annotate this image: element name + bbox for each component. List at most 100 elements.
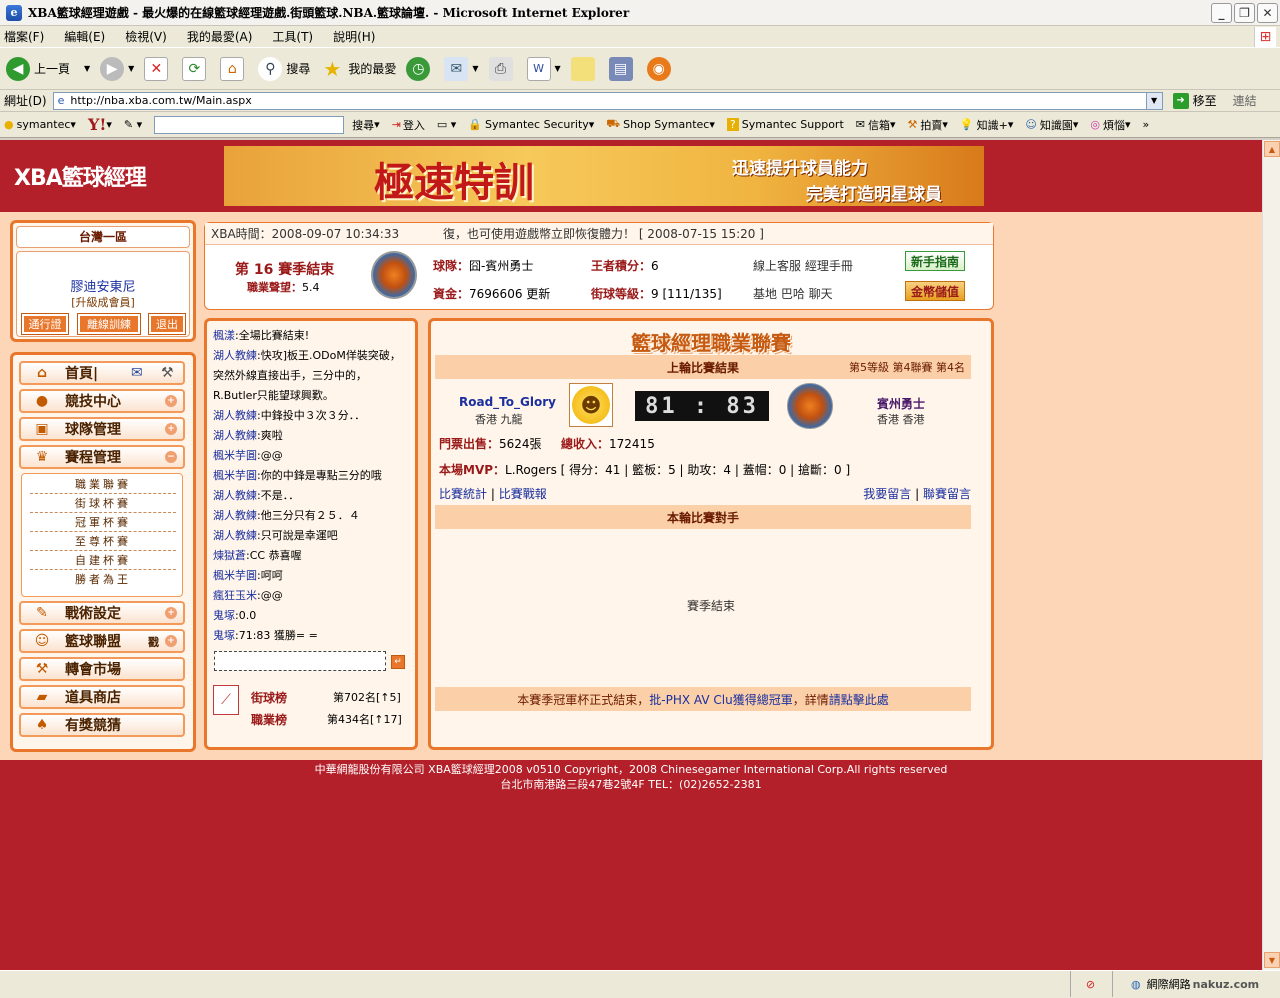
go-button[interactable]: 移至: [1193, 92, 1217, 109]
symantec-menu[interactable]: ● symantec ▾: [4, 118, 76, 131]
back-button[interactable]: ◀ 上一頁 ▼: [6, 56, 90, 81]
mailbox-link[interactable]: ✉ 信箱 ▾: [856, 117, 896, 133]
links-label[interactable]: 連結: [1233, 92, 1257, 109]
nav-home[interactable]: ⌂ 首頁| ✉ ⚒: [19, 361, 185, 385]
upgrade-link[interactable]: [升級成會員]: [17, 294, 189, 310]
nav-arena[interactable]: ● 競技中心 +: [19, 389, 185, 413]
chat-input[interactable]: [214, 651, 386, 671]
close-button[interactable]: ✕: [1257, 3, 1278, 23]
notice-text[interactable]: 復，也可使用遊戲幣立即恢復體力！ [ 2008-07-15 15:20 ]: [443, 223, 764, 245]
send-icon[interactable]: ↵: [391, 655, 405, 669]
leave-message-link[interactable]: 我要留言: [863, 487, 911, 501]
home-team-name[interactable]: Road_To_Glory: [459, 395, 556, 409]
login-button[interactable]: ⇥ 登入: [392, 117, 425, 133]
submenu-winner-king[interactable]: 勝者為王: [30, 570, 176, 589]
search-button[interactable]: ⚲ 搜尋: [258, 56, 310, 81]
chat-author[interactable]: 湖人教練: [213, 509, 257, 522]
chat-author[interactable]: 湖人教練: [213, 349, 257, 362]
chat-author[interactable]: 鬼塚: [213, 609, 235, 622]
more-toolbar-icon[interactable]: »: [1143, 118, 1150, 131]
mail-button[interactable]: ✉ ▼: [444, 56, 479, 81]
logout-button[interactable]: 退出: [148, 313, 186, 335]
go-arrow-icon[interactable]: ➜: [1172, 92, 1189, 109]
site-logo[interactable]: XBA籃球經理: [14, 160, 147, 192]
back-dropdown-icon[interactable]: ▼: [84, 64, 90, 73]
refresh-link[interactable]: 更新: [526, 287, 550, 301]
vertical-scrollbar[interactable]: ▲ ▼: [1262, 140, 1280, 970]
chat-author[interactable]: 瘋狂玉米: [213, 589, 257, 602]
window-menu[interactable]: ▭ ▾: [437, 118, 456, 131]
history-button[interactable]: ◷: [406, 56, 434, 81]
symantec-security[interactable]: 🔒 Symantec Security ▾: [468, 118, 594, 131]
nav-lottery[interactable]: ♠ 有獎競猜: [19, 713, 185, 737]
away-team-name[interactable]: 賓州勇士: [877, 395, 925, 412]
champion-link[interactable]: 批-PHX AV Clu獲得總冠軍: [649, 691, 792, 708]
nav-tactics[interactable]: ✎ 戰術設定 +: [19, 601, 185, 625]
address-dropdown-icon[interactable]: ▼: [1145, 92, 1162, 109]
match-stats-link[interactable]: 比賽統計: [439, 487, 487, 501]
submenu-champion-cup[interactable]: 冠軍杯賽: [30, 513, 176, 532]
chat-author[interactable]: 楓米芋圓: [213, 569, 257, 582]
home-button[interactable]: ⌂: [220, 56, 248, 81]
home-team-logo[interactable]: ☻: [569, 383, 613, 427]
chat-author[interactable]: 鬼塚: [213, 629, 235, 642]
forward-button[interactable]: ▶ ▼: [100, 56, 134, 81]
chat-author[interactable]: 湖人教練: [213, 489, 257, 502]
chat-author[interactable]: 楓漾: [213, 329, 235, 342]
nav-schedule[interactable]: ♛ 賽程管理 −: [19, 445, 185, 469]
edit-button[interactable]: W ▼: [526, 56, 561, 81]
league-message-link[interactable]: 聯賽留言: [923, 487, 971, 501]
team-logo[interactable]: [371, 251, 417, 299]
note-button[interactable]: [570, 56, 599, 81]
match-report-link[interactable]: 比賽戰報: [499, 487, 547, 501]
passport-button[interactable]: 通行證: [21, 313, 69, 335]
maximize-button[interactable]: ❐: [1234, 3, 1255, 23]
blocked-icon[interactable]: ⊘: [1070, 971, 1110, 997]
symantec-support[interactable]: ? Symantec Support: [726, 118, 844, 131]
tools-icon[interactable]: ⚒: [161, 365, 174, 381]
chat-author[interactable]: 湖人教練: [213, 429, 257, 442]
yahoo-search-input[interactable]: [154, 115, 345, 134]
mail-icon[interactable]: ✉: [131, 365, 143, 381]
menu-help[interactable]: 說明(H): [333, 28, 375, 45]
menu-view[interactable]: 檢視(V): [125, 28, 167, 45]
knowledge-link[interactable]: 💡 知識+ ▾: [960, 117, 1013, 133]
street-rank-label[interactable]: 街球榜: [251, 689, 287, 706]
scroll-down-icon[interactable]: ▼: [1264, 952, 1280, 968]
chat-author[interactable]: 湖人教練: [213, 529, 257, 542]
chat-author[interactable]: 湖人教練: [213, 409, 257, 422]
promo-banner[interactable]: 極速特訓 迅速提升球員能力 完美打造明星球員: [224, 146, 984, 206]
menu-favorites[interactable]: 我的最愛(A): [187, 28, 253, 45]
shop-symantec[interactable]: ⛟ Shop Symantec ▾: [606, 117, 715, 132]
address-input[interactable]: e http://nba.xba.com.tw/Main.aspx ▼: [52, 91, 1163, 110]
menu-tools[interactable]: 工具(T): [272, 28, 313, 45]
forward-dropdown-icon[interactable]: ▼: [128, 64, 134, 73]
knowledge-garden-link[interactable]: ☺ 知識園 ▾: [1025, 117, 1078, 133]
submenu-custom-cup[interactable]: 自建杯賽: [30, 551, 176, 570]
nav-team[interactable]: ▣ 球隊管理 +: [19, 417, 185, 441]
yahoo-menu[interactable]: Y! ▾: [88, 115, 112, 134]
refresh-button[interactable]: ⟳: [182, 56, 210, 81]
nav-transfer[interactable]: ⚒ 轉會市場: [19, 657, 185, 681]
minimize-button[interactable]: _: [1211, 3, 1232, 23]
user-name[interactable]: 膠迪安東尼: [17, 276, 189, 295]
submenu-supreme-cup[interactable]: 至尊杯賽: [30, 532, 176, 551]
chat-author[interactable]: 楓米芋圓: [213, 449, 257, 462]
away-team-logo[interactable]: [787, 383, 833, 429]
service-links[interactable]: 線上客服 經理手冊: [753, 257, 853, 274]
pen-icon[interactable]: ✎ ▾: [124, 118, 142, 131]
scroll-up-icon[interactable]: ▲: [1264, 141, 1280, 157]
community-links[interactable]: 基地 巴哈 聊天: [753, 285, 833, 302]
nav-league[interactable]: ☺ 籃球聯盟戳 +: [19, 629, 185, 653]
submenu-street-cup[interactable]: 街球杯賽: [30, 494, 176, 513]
newbie-guide-button[interactable]: 新手指南: [905, 251, 965, 271]
messenger-button[interactable]: ◉: [646, 56, 675, 81]
offline-training-button[interactable]: 離線訓練: [77, 313, 141, 335]
details-link[interactable]: 請點擊此處: [829, 691, 889, 708]
menu-edit[interactable]: 編輯(E): [64, 28, 105, 45]
chat-author[interactable]: 煉獄蒼: [213, 549, 246, 562]
yahoo-search-button[interactable]: 搜尋 ▾: [352, 117, 380, 133]
gold-deposit-button[interactable]: 金幣儲值: [905, 281, 965, 301]
submenu-pro-league[interactable]: 職業聯賽: [30, 475, 176, 494]
menu-file[interactable]: 檔案(F): [4, 28, 44, 45]
